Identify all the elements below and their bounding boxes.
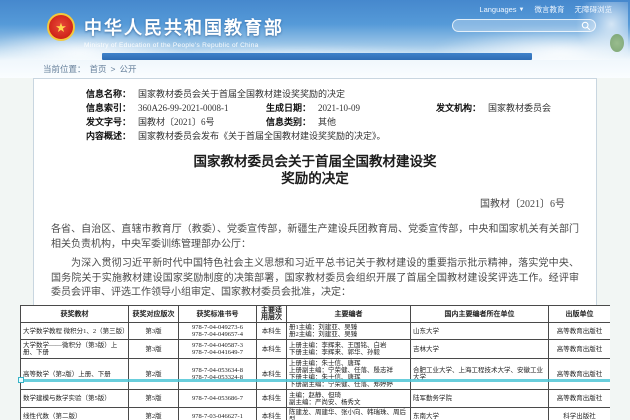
meta-name-value: 国家教材委员会关于首届全国教材建设奖奖励的决定: [138, 89, 345, 99]
cell-publisher: 科学出版社: [549, 408, 611, 420]
cell-editors: 册1主编：刘建亚、吴臻 册2主编：刘建亚、吴臻: [287, 323, 411, 340]
meta-docno-value: 国教材〔2021〕6号: [138, 117, 266, 127]
cell-publisher: 高等教育出版社: [549, 390, 611, 408]
cell-publisher: 高等教育出版社: [549, 340, 611, 359]
page-title: 国家教材委员会关于首届全国教材建设奖 奖励的决定: [51, 153, 579, 187]
cell-textbook: 数学建模与数学实验（第5版）: [21, 390, 129, 408]
cell-level: 本科生: [257, 390, 287, 408]
meta-agency-value: 国家教材委员会: [488, 103, 551, 113]
cell-edition: 第2版: [129, 408, 179, 420]
meta-summary-value: 国家教材委员会发布《关于首届全国教材建设奖奖励的决定》。: [138, 131, 386, 141]
site-title-block: 中华人民共和国教育部 Ministry of Education of the …: [84, 14, 284, 49]
breadcrumb-prefix: 当前位置：: [43, 63, 86, 75]
cell-institution: 山东大学: [411, 323, 549, 340]
cell-textbook: 大学数学教程 微积分1、2（第三版）: [21, 323, 129, 340]
search-box[interactable]: [452, 19, 596, 32]
table-header-row: 获奖教材 获奖对应版次 获奖标准书号 主要适用层次 主要编者 国内主要编者所在单…: [21, 306, 611, 323]
meta-date-value: 2021-10-09: [318, 103, 436, 113]
cell-institution: 吉林大学: [411, 340, 549, 359]
cell-publisher: 高等教育出版社: [549, 359, 611, 390]
meta-index-label: 信息索引：: [86, 103, 138, 113]
award-table: 获奖教材 获奖对应版次 获奖标准书号 主要适用层次 主要编者 国内主要编者所在单…: [20, 305, 610, 420]
document-number: 国教材〔2021〕6号: [51, 195, 579, 210]
meta-row-docno: 发文字号： 国教材〔2021〕6号 信息类别： 其他: [86, 117, 579, 127]
meta-row-name: 信息名称： 国家教材委员会关于首届全国教材建设奖奖励的决定: [86, 89, 579, 99]
cell-level: 本科生: [257, 340, 287, 359]
topbar-link-accessibility[interactable]: 无障碍浏览: [575, 4, 613, 15]
meta-agency-label: 发文机构：: [436, 103, 488, 113]
meta-row-index: 信息索引： 360A26-99-2021-0008-1 生成日期： 2021-1…: [86, 103, 579, 113]
meta-category-label: 信息类别：: [266, 117, 318, 127]
dandelion-head-decoration: [610, 34, 624, 52]
cell-textbook: 高等数学（第2版）上册、下册: [21, 359, 129, 390]
col-header-textbook: 获奖教材: [21, 306, 129, 323]
cell-institution: 陆军勤务学院: [411, 390, 549, 408]
breadcrumb: 当前位置： 首页 > 公开: [43, 63, 137, 75]
cell-institution: 合肥工业大学、上海工程技术大学、安徽工业大学: [411, 359, 549, 390]
cell-edition: 第3版: [129, 340, 179, 359]
cell-editors: 主编：赵静、但琦 副主编：严尚安、杨秀文: [287, 390, 411, 408]
cell-isbn: 978-7-04-053686-7: [179, 390, 257, 408]
document-meta-block: 信息名称： 国家教材委员会关于首届全国教材建设奖奖励的决定 信息索引： 360A…: [86, 89, 579, 141]
meta-summary-label: 内容概述：: [86, 131, 138, 141]
document-paragraph-addressees: 各省、自治区、直辖市教育厅（教委）、党委宣传部，新疆生产建设兵团教育局、党委宣传…: [51, 223, 579, 252]
meta-docno-label: 发文字号：: [86, 117, 138, 127]
col-header-edition: 获奖对应版次: [129, 306, 179, 323]
table-row: 线性代数（第二版） 第2版 978-7-03-046627-1 本科生 陈建龙、…: [21, 408, 611, 420]
meta-index-value: 360A26-99-2021-0008-1: [138, 103, 266, 113]
search-input[interactable]: [457, 20, 581, 32]
cell-textbook: 线性代数（第二版）: [21, 408, 129, 420]
national-emblem-logo: ★: [47, 13, 75, 41]
cell-isbn: 978-7-04-049273-6 978-7-04-049657-4: [179, 323, 257, 340]
cell-edition: 第5版: [129, 390, 179, 408]
row-selection-handle[interactable]: [18, 377, 24, 383]
cell-edition: 第2版: [129, 359, 179, 390]
table-row-highlighted: 高等数学（第2版）上册、下册 第2版 978-7-04-053634-8 978…: [21, 359, 611, 390]
cell-level: 本科生: [257, 408, 287, 420]
topbar-links: Languages ▼ 微言教育 无障碍浏览: [479, 4, 612, 15]
meta-date-label: 生成日期：: [266, 103, 318, 113]
breadcrumb-separator: >: [111, 64, 116, 74]
page-title-line2: 奖励的决定: [51, 170, 579, 187]
meta-row-summary: 内容概述： 国家教材委员会发布《关于首届全国教材建设奖奖励的决定》。: [86, 131, 579, 141]
cell-institution: 东南大学: [411, 408, 549, 420]
emblem-star-icon: ★: [55, 21, 67, 34]
cell-editors: 上册主编：朱士信、唐珲 上册副主编：宁荣健、任落、殷志祥 下册主编：朱士信、唐珲…: [287, 359, 411, 390]
cell-editors: 上册主编：李辉来、王国铭、白岩 下册主编：李辉来、郭华、孙毅: [287, 340, 411, 359]
cell-publisher: 高等教育出版社: [549, 323, 611, 340]
cell-level: 本科生: [257, 323, 287, 340]
cell-level: 本科生: [257, 359, 287, 390]
chevron-down-icon: ▼: [519, 7, 525, 13]
breadcrumb-home-link[interactable]: 首页: [90, 63, 107, 75]
search-icon[interactable]: [581, 21, 591, 31]
main-nav-bar: [102, 53, 532, 60]
site-title-zh: 中华人民共和国教育部: [84, 14, 284, 40]
col-header-level: 主要适用层次: [257, 306, 287, 323]
site-header: ★ 中华人民共和国教育部 Ministry of Education of th…: [0, 0, 630, 60]
breadcrumb-current-link[interactable]: 公开: [120, 63, 137, 75]
topbar-link-weiyan[interactable]: 微言教育: [535, 4, 565, 15]
meta-name-label: 信息名称：: [86, 89, 138, 99]
cell-editors: 陈建龙、周建华、张小向、韩瑞珠、周后型: [287, 408, 411, 420]
col-header-editors: 主要编者: [287, 306, 411, 323]
page-title-line1: 国家教材委员会关于首届全国教材建设奖: [51, 153, 579, 170]
table-row: 大学数学教程 微积分1、2（第三版） 第3版 978-7-04-049273-6…: [21, 323, 611, 340]
site-title-en: Ministry of Education of the People's Re…: [84, 42, 284, 49]
cell-textbook: 大学数学——微积分（第3版）上册、下册: [21, 340, 129, 359]
cell-edition: 第3版: [129, 323, 179, 340]
col-header-isbn: 获奖标准书号: [179, 306, 257, 323]
languages-menu[interactable]: Languages ▼: [479, 5, 524, 14]
col-header-institution: 国内主要编者所在单位: [411, 306, 549, 323]
cell-isbn: 978-7-03-046627-1: [179, 408, 257, 420]
breadcrumb-bar: 当前位置： 首页 > 公开: [0, 60, 630, 78]
cell-isbn: 978-7-04-040587-3 978-7-04-041649-7: [179, 340, 257, 359]
award-table-container: 获奖教材 获奖对应版次 获奖标准书号 主要适用层次 主要编者 国内主要编者所在单…: [20, 305, 610, 420]
table-row: 数学建模与数学实验（第5版） 第5版 978-7-04-053686-7 本科生…: [21, 390, 611, 408]
table-row: 大学数学——微积分（第3版）上册、下册 第3版 978-7-04-040587-…: [21, 340, 611, 359]
document-paragraph-background: 为深入贯彻习近平新时代中国特色社会主义思想和习近平总书记关于教材建设的重要指示批…: [51, 257, 579, 301]
col-header-publisher: 出版单位: [549, 306, 611, 323]
cell-isbn: 978-7-04-053634-8 978-7-04-053324-8: [179, 359, 257, 390]
row-selection-line: [20, 379, 610, 382]
meta-category-value: 其他: [318, 117, 336, 127]
